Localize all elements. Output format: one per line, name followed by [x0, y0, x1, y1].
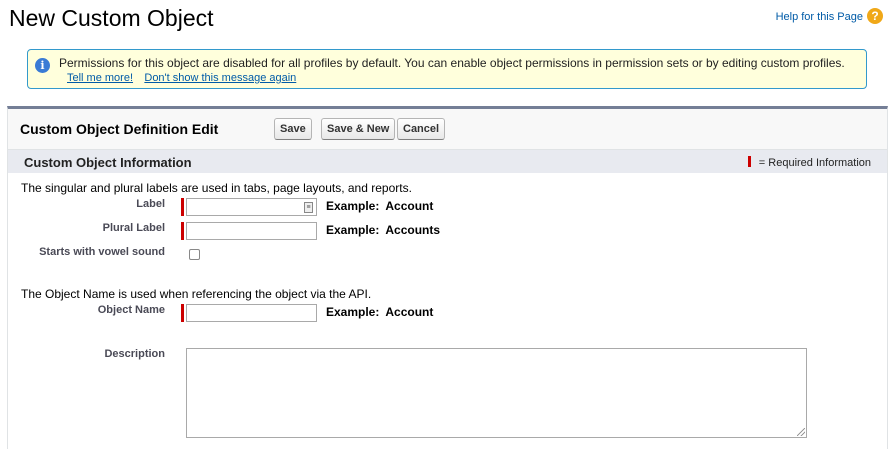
panel-header: Custom Object Definition Edit Save Save …: [8, 109, 887, 149]
plural-label-example-prefix: Example:: [326, 223, 380, 237]
panel-title: Custom Object Definition Edit: [20, 121, 219, 137]
description-field-label: Description: [104, 348, 165, 360]
info-message-text: Permissions for this object are disabled…: [59, 56, 845, 70]
required-marker: [747, 156, 751, 167]
label-required-bar: [181, 198, 184, 216]
required-legend: = Required Information: [747, 156, 871, 169]
plural-label-required-bar: [181, 222, 184, 240]
help-link[interactable]: Help for this Page: [776, 11, 863, 23]
labels-description: The singular and plural labels are used …: [21, 181, 412, 195]
plural-label-example-value: Accounts: [385, 223, 441, 237]
plural-label-field-label: Plural Label: [102, 222, 165, 234]
object-name-example-prefix: Example:: [326, 305, 380, 319]
label-example-value: Account: [385, 199, 434, 213]
label-field-label: Label: [136, 198, 165, 210]
edit-panel: Custom Object Definition Edit Save Save …: [7, 106, 888, 452]
object-name-example: Example: Account: [326, 305, 433, 319]
section-title: Custom Object Information: [24, 155, 192, 170]
vowel-sound-checkbox[interactable]: [189, 249, 200, 260]
label-example: Example: Account: [326, 199, 433, 213]
section-header: Custom Object Information = Required Inf…: [8, 149, 887, 174]
dont-show-message-link[interactable]: Don't show this message again: [144, 72, 296, 84]
object-name-example-value: Account: [385, 305, 434, 319]
tell-me-more-link[interactable]: Tell me more!: [67, 72, 133, 84]
info-message-text-container: Permissions for this object are disabled…: [59, 56, 849, 85]
object-name-field-label: Object Name: [97, 304, 165, 316]
description-textarea[interactable]: [186, 348, 807, 438]
object-name-input[interactable]: [186, 304, 317, 322]
plural-label-example: Example: Accounts: [326, 223, 440, 237]
info-message-box: i Permissions for this object are disabl…: [27, 49, 867, 89]
save-button[interactable]: Save: [274, 118, 312, 140]
plural-label-input[interactable]: [186, 222, 317, 240]
save-and-new-button[interactable]: Save & New: [321, 118, 396, 140]
vowel-sound-label: Starts with vowel sound: [39, 246, 165, 258]
resize-grip-icon[interactable]: [797, 428, 805, 436]
object-name-required-bar: [181, 304, 184, 322]
page-title: New Custom Object: [9, 5, 214, 31]
cancel-button[interactable]: Cancel: [397, 118, 446, 140]
contact-card-icon[interactable]: ≡: [304, 202, 313, 213]
label-example-prefix: Example:: [326, 199, 380, 213]
info-circle-icon: i: [35, 58, 50, 73]
question-circle-icon[interactable]: ?: [867, 8, 883, 24]
object-name-description: The Object Name is used when referencing…: [21, 287, 372, 301]
form-body: The singular and plural labels are used …: [8, 173, 887, 452]
label-input[interactable]: [186, 198, 317, 216]
required-legend-text: = Required Information: [758, 157, 871, 169]
